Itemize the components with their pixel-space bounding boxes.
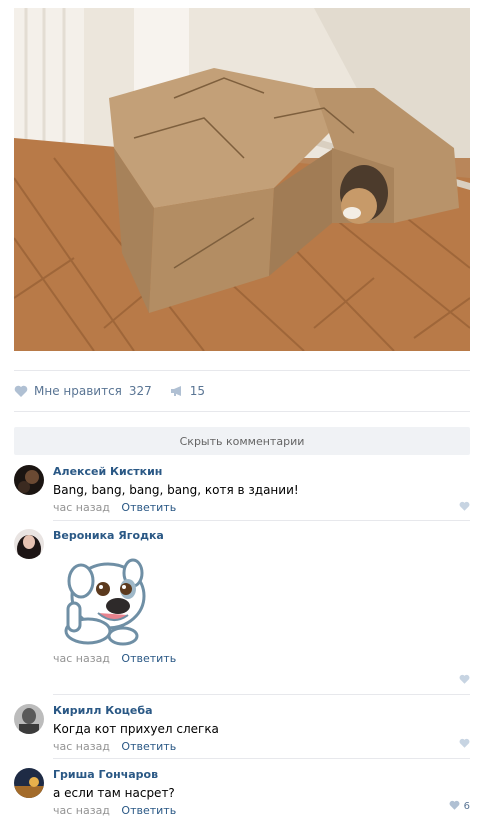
heart-icon — [459, 501, 470, 514]
avatar[interactable] — [14, 529, 44, 559]
sticker-dog — [53, 551, 148, 646]
reply-link[interactable]: Ответить — [121, 740, 176, 753]
reply-link[interactable]: Ответить — [121, 652, 176, 665]
heart-icon — [449, 800, 460, 813]
divider — [14, 370, 470, 371]
megaphone-icon — [170, 385, 184, 397]
avatar[interactable] — [14, 768, 44, 798]
comment: Гриша Гончаров а если там насрет? час на… — [14, 768, 470, 818]
comment-time[interactable]: час назад — [53, 740, 110, 753]
reply-link[interactable]: Ответить — [121, 804, 176, 817]
divider — [53, 694, 470, 695]
divider — [53, 758, 470, 759]
reply-link[interactable]: Ответить — [121, 501, 176, 514]
comment: Вероника Ягодка час назад Ответить — [14, 529, 470, 689]
divider — [14, 411, 470, 412]
post-photo[interactable] — [14, 8, 470, 351]
comment-text: а если там насрет? — [53, 786, 175, 800]
comment-author[interactable]: Кирилл Коцеба — [53, 704, 470, 718]
like-button[interactable]: Мне нравится 327 — [14, 384, 152, 398]
comment-text: Когда кот прихуел слегка — [53, 722, 219, 736]
comment-time[interactable]: час назад — [53, 501, 110, 514]
comment-time[interactable]: час назад — [53, 652, 110, 665]
comment-like-button[interactable] — [459, 501, 470, 514]
comment-like-count: 6 — [463, 801, 470, 812]
avatar[interactable] — [14, 465, 44, 495]
post-actions: Мне нравится 327 15 — [14, 380, 223, 402]
share-count: 15 — [189, 384, 206, 398]
hide-comments-button[interactable]: Скрыть комментарии — [14, 427, 470, 455]
divider — [53, 520, 470, 521]
comment-author[interactable]: Алексей Кисткин — [53, 465, 470, 479]
heart-icon — [459, 738, 470, 751]
share-button[interactable]: 15 — [170, 384, 205, 398]
comment: Кирилл Коцеба Когда кот прихуел слегка ч… — [14, 704, 470, 754]
like-label: Мне нравится — [34, 384, 122, 398]
comment-like-button[interactable]: 6 — [449, 800, 470, 813]
comment-author[interactable]: Гриша Гончаров — [53, 768, 470, 782]
like-count: 327 — [128, 384, 152, 398]
avatar[interactable] — [14, 704, 44, 734]
comment-time[interactable]: час назад — [53, 804, 110, 817]
comment-like-button[interactable] — [459, 674, 470, 687]
comment: Алексей Кисткин Bang, bang, bang, bang, … — [14, 465, 470, 515]
heart-icon — [14, 385, 28, 397]
comment-like-button[interactable] — [459, 738, 470, 751]
comment-author[interactable]: Вероника Ягодка — [53, 529, 470, 543]
heart-icon — [459, 674, 470, 687]
comment-text: Bang, bang, bang, bang, котя в здании! — [53, 483, 299, 497]
